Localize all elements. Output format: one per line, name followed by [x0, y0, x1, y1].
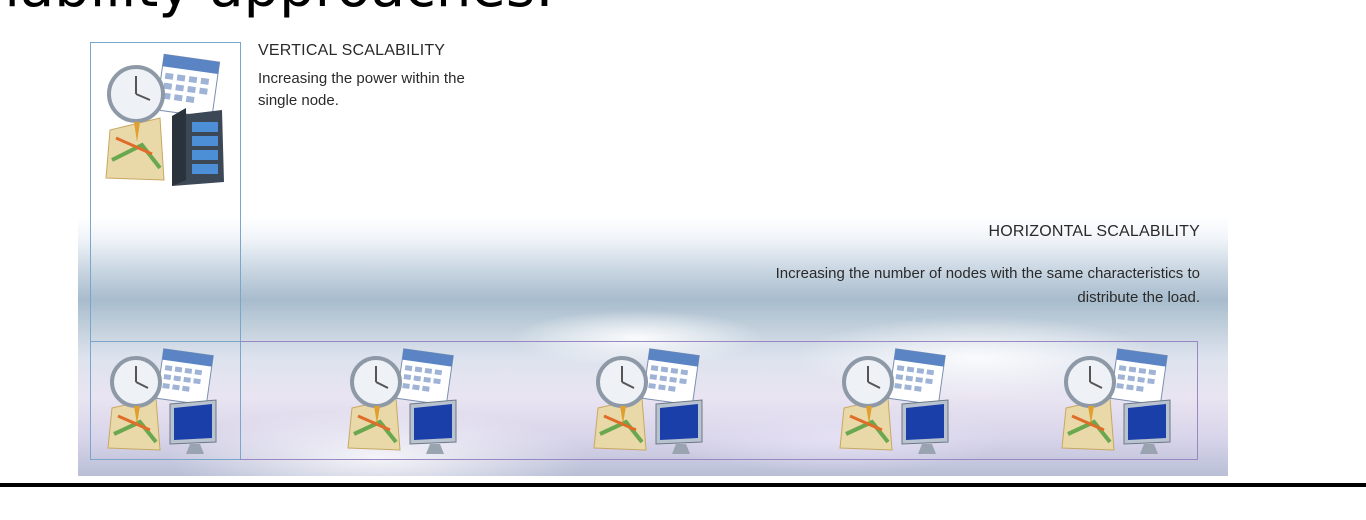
workstation-calendar-clock-icon — [839, 348, 949, 454]
server-calendar-clock-icon — [105, 53, 224, 186]
slide-bottom-rule — [0, 483, 1366, 487]
workstation-calendar-clock-icon — [1061, 348, 1171, 454]
vertical-scalability-description: Increasing the power within the single n… — [258, 70, 465, 109]
workstation-calendar-clock-icon — [107, 348, 217, 454]
horizontal-scalability-description: Increasing the number of nodes with the … — [775, 265, 1200, 306]
scalability-diagram: VERTICAL SCALABILITY Increasing the powe… — [78, 38, 1228, 476]
vertical-scalability-title: VERTICAL SCALABILITY — [258, 42, 446, 59]
slide-title: alability approaches: — [0, 0, 554, 16]
workstation-calendar-clock-icon — [593, 348, 703, 454]
vertical-box-divider — [90, 341, 241, 342]
horizontal-scalability-title: HORIZONTAL SCALABILITY — [988, 223, 1200, 240]
workstation-calendar-clock-icon — [347, 348, 457, 454]
